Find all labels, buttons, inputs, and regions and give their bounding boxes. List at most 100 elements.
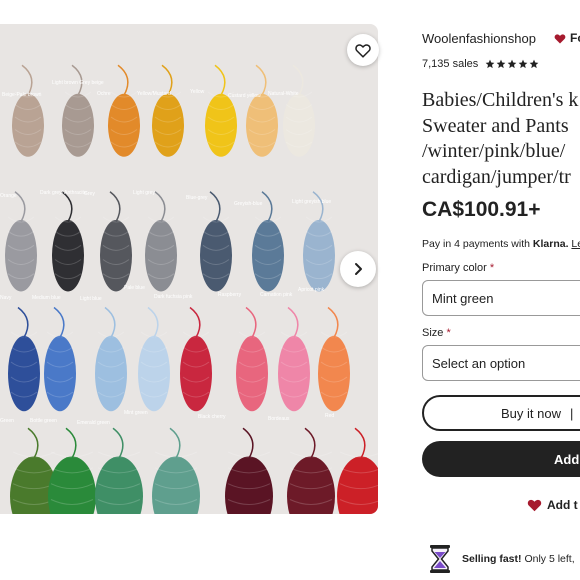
star-icon [496, 59, 506, 69]
yarn-color-label: Yellow/Mustard [137, 91, 171, 97]
yarn-skein [180, 306, 212, 412]
klarna-brand: Klarna. [532, 238, 569, 250]
follow-label: Fo [570, 31, 580, 45]
yarn-color-label: Black cherry [198, 414, 226, 420]
yarn-skein [48, 427, 96, 514]
yarn-color-label: Bordeaux [268, 416, 290, 422]
chevron-right-icon [355, 263, 362, 275]
stock-text: Only 5 left, [524, 553, 575, 565]
title-line: cardigan/jumper/tr [422, 165, 571, 188]
follow-shop-button[interactable]: Fo [554, 31, 580, 45]
yarn-color-label: Mint green [124, 410, 148, 416]
yarn-color-label: Beige-Pale brown [2, 92, 42, 98]
product-title: Babies/Children's k Sweater and Pants /w… [422, 88, 580, 190]
required-mark: * [446, 327, 451, 339]
heart-filled-icon [527, 499, 542, 512]
primary-color-select[interactable]: Mint green [422, 280, 580, 316]
yarn-color-label: Green [0, 418, 14, 424]
next-image-button[interactable] [340, 251, 376, 287]
required-mark: * [489, 262, 495, 274]
add-to-collection-button[interactable]: Add t [527, 498, 578, 512]
add-to-cart-button[interactable]: Add [422, 441, 580, 477]
yarn-color-label: Emerald green [77, 420, 110, 426]
hourglass-icon [430, 545, 450, 573]
yarn-skein [337, 427, 378, 514]
yarn-color-label: Medium blue [32, 295, 61, 301]
yarn-skein [205, 64, 237, 157]
yarn-skein [100, 191, 132, 292]
size-label: Size * [422, 327, 451, 339]
yarn-color-label: Light brown Grey beige [52, 80, 104, 86]
buy-now-button[interactable]: Buy it now | [422, 395, 580, 431]
yarn-skein [225, 427, 273, 514]
add-to-cart-label: Add [554, 451, 580, 467]
star-rating[interactable] [485, 59, 539, 69]
title-line: Babies/Children's k [422, 89, 579, 111]
yarn-color-label: Yellow [190, 89, 205, 95]
heart-outline-icon [355, 43, 371, 58]
listing-photo: Beige-Pale brown Light brown Grey beige Oc… [0, 24, 378, 514]
yarn-skein [246, 64, 278, 157]
yarn-color-label: Custard yellow [228, 93, 261, 99]
star-icon [485, 59, 495, 69]
yarn-color-label: Dark fuchsia pink [154, 294, 193, 300]
yarn-color-label: Dark grey/ Anthracite [40, 190, 87, 196]
yarn-skein [108, 64, 140, 157]
star-icon [529, 59, 539, 69]
yarn-skein [95, 306, 127, 412]
yarn-color-label: Greyish-blue [234, 201, 263, 207]
yarn-skein [303, 191, 335, 292]
primary-color-label: Primary color * [422, 262, 494, 274]
yarn-skein [44, 306, 76, 412]
yarn-color-label: Orange [0, 193, 17, 199]
title-line: /winter/pink/blue/ [422, 140, 566, 162]
yarn-color-label: Carnation pink [260, 292, 293, 298]
selling-fast-notice: Selling fast! Only 5 left, [428, 544, 575, 574]
yarn-skein [5, 191, 37, 292]
yarn-skein [283, 64, 315, 157]
size-select[interactable]: Select an option [422, 345, 580, 381]
selling-fast-label: Selling fast! [462, 553, 522, 565]
size-label-text: Size [422, 327, 444, 339]
favorite-button[interactable] [347, 34, 379, 66]
yarn-color-label: Natural-White [268, 91, 299, 97]
yarn-skein [278, 306, 310, 412]
yarn-skein [152, 427, 200, 514]
yarn-color-label: Apricot pink [298, 287, 325, 293]
yarn-color-label: Light grey [133, 190, 155, 196]
size-placeholder: Select an option [432, 355, 526, 371]
klarna-learn-more-link[interactable]: Le [571, 238, 580, 250]
primary-color-value: Mint green [432, 290, 494, 306]
yarn-skein [200, 191, 232, 292]
buy-now-label: Buy it now [501, 405, 561, 421]
yarn-skein [95, 427, 143, 514]
yarn-skein [52, 191, 84, 292]
yarn-color-label: Grey [84, 191, 95, 197]
add-to-collection-label: Add t [547, 498, 578, 512]
yarn-color-label: Ochre [97, 91, 111, 97]
yarn-color-label: Pale blue [124, 285, 145, 291]
yarn-color-label: Navy [0, 295, 12, 301]
shop-sales-rating: 7,135 sales [422, 58, 539, 70]
yarn-skein [62, 64, 94, 157]
yarn-skein [138, 306, 170, 412]
shop-name[interactable]: Woolenfashionshop [422, 31, 536, 46]
yarn-color-label: Light blue [80, 296, 102, 302]
yarn-skein [12, 64, 44, 157]
klarna-notice: Pay in 4 payments with Klarna. Le [422, 238, 580, 250]
klarna-text: Pay in 4 payments with [422, 238, 530, 250]
star-icon [518, 59, 528, 69]
yarn-skein [287, 427, 335, 514]
title-line: Sweater and Pants [422, 114, 569, 137]
yarn-skein [152, 64, 184, 157]
yarn-skein [8, 306, 40, 412]
product-price: CA$100.91+ [422, 198, 541, 221]
sales-count: 7,135 sales [422, 58, 479, 70]
yarn-skein [145, 191, 177, 292]
yarn-skein [236, 306, 268, 412]
yarn-color-label: Blue-grey [186, 195, 208, 201]
yarn-color-label: Light greyish blue [292, 199, 331, 205]
yarn-color-label: Red [325, 413, 334, 419]
primary-color-label-text: Primary color [422, 262, 487, 274]
yarn-samples-image: Beige-Pale brown Light brown Grey beige Oc… [0, 64, 378, 514]
